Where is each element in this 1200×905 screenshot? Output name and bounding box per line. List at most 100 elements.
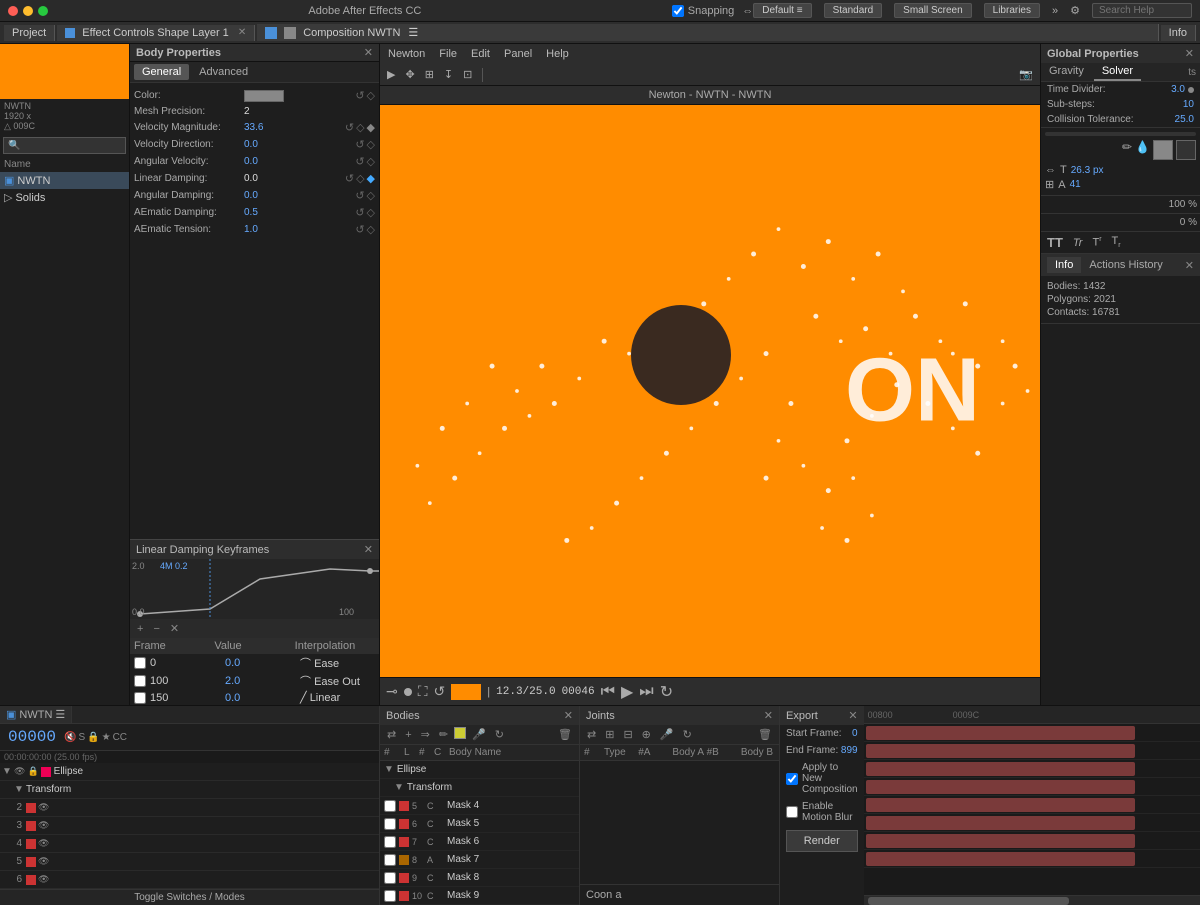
layer-eye-4[interactable]: 👁 (38, 838, 49, 849)
layer-eye-5[interactable]: 👁 (38, 856, 49, 867)
velm-kf-icon[interactable]: ◇ (356, 121, 364, 134)
body-checkbox-1[interactable] (384, 818, 396, 830)
snap-btn[interactable]: ↧ (441, 68, 456, 81)
bodies-add-btn[interactable]: + (402, 727, 414, 742)
lock-icon-layer[interactable]: 🔒 (27, 766, 38, 777)
solo-btn[interactable]: S (78, 732, 85, 743)
subscript-btn[interactable]: Tr (1109, 235, 1124, 250)
scrollbar-thumb[interactable] (868, 897, 1070, 905)
prop-angdamp-value[interactable]: 0.0 (244, 190, 355, 201)
screenshot-btn[interactable]: 📷 (1016, 68, 1036, 81)
aemdamp-reset-icon[interactable]: ↺ (355, 206, 364, 219)
search-input[interactable] (1092, 3, 1192, 18)
maximize-button[interactable] (38, 6, 48, 16)
velm-reset-icon[interactable]: ↺ (345, 121, 354, 134)
kf-row-1[interactable]: 100 2.0 ⌒ Ease Out (130, 672, 379, 690)
kf-remove-btn[interactable]: − (150, 622, 162, 636)
comp-tab-menu-icon[interactable]: ☰ (55, 708, 65, 721)
dropper-icon[interactable]: 💧 (1135, 140, 1150, 160)
joints-refresh-btn[interactable]: ↻ (680, 727, 695, 742)
vb-cycle-btn[interactable]: ↺ (434, 683, 446, 700)
veld-kf-icon[interactable]: ◇ (367, 138, 375, 151)
composition-panel-tab[interactable]: Composition NWTN ☰ (257, 24, 1158, 41)
bodies-delete-btn[interactable]: 🗑 (555, 727, 575, 742)
italic-text-btn[interactable]: Tr (1070, 235, 1086, 250)
angdamp-kf-icon[interactable]: ◇ (367, 189, 375, 202)
reset-icon[interactable]: ↺ (355, 89, 364, 102)
track-bar-7[interactable] (866, 834, 1135, 848)
transform-expand-icon2[interactable]: ▼ (394, 782, 404, 793)
angv-reset-icon[interactable]: ↺ (355, 155, 364, 168)
time-divider-value[interactable]: 3.0 (1171, 84, 1185, 95)
color-swatch-right[interactable] (1153, 140, 1173, 160)
superscript-btn[interactable]: Tr (1089, 235, 1104, 250)
kf-row-0-checkbox[interactable] (134, 657, 146, 669)
joints-btn1[interactable]: ⇄ (584, 727, 599, 742)
default-workspace-btn[interactable]: Default ≡ (753, 3, 811, 18)
end-frame-value[interactable]: 899 (841, 745, 858, 756)
eye-icon[interactable]: 👁 (14, 766, 25, 777)
grid-btn[interactable]: ⊞ (422, 68, 437, 81)
comp-menu-icon[interactable]: ☰ (408, 26, 418, 39)
joints-btn4[interactable]: ⊕ (639, 727, 654, 742)
joints-mic-btn[interactable]: 🎤 (657, 727, 677, 742)
bodies-row-1[interactable]: 6 C Mask 5 (380, 815, 579, 833)
track-bar-2[interactable] (866, 744, 1135, 758)
kf-row-1-checkbox[interactable] (134, 675, 146, 687)
layer-row-6[interactable]: 6 👁 (0, 871, 379, 889)
expand-arrow-icon[interactable]: ▼ (2, 766, 14, 777)
kf-row-2-checkbox[interactable] (134, 692, 146, 704)
actions-history-tab-btn[interactable]: Actions History (1081, 257, 1170, 273)
minimize-button[interactable] (23, 6, 33, 16)
step-forward-btn[interactable]: ⏭ (639, 683, 653, 701)
small-screen-workspace-btn[interactable]: Small Screen (894, 3, 971, 18)
shy-btn[interactable]: ★ (102, 732, 111, 743)
render-button[interactable]: Render (786, 830, 858, 852)
effect-controls-panel-tab[interactable]: Effect Controls Shape Layer 1 ✕ (57, 25, 255, 41)
apply-new-comp-checkbox[interactable] (786, 773, 798, 785)
standard-workspace-btn[interactable]: Standard (824, 3, 883, 18)
prop-aemdamp-value[interactable]: 0.5 (244, 207, 355, 218)
track-bar-6[interactable] (866, 816, 1135, 830)
ellipse-expand-icon[interactable]: ▼ (384, 764, 394, 775)
center-btn[interactable]: ⊡ (460, 68, 475, 81)
bodies-row-3[interactable]: 8 A Mask 7 (380, 851, 579, 869)
lindamp-reset-icon[interactable]: ↺ (345, 172, 354, 185)
layer-row-3[interactable]: 3 👁 (0, 817, 379, 835)
bodies-transform-row[interactable]: ▼ Transform (380, 779, 579, 797)
comp-tab-nwtn[interactable]: ▣ NWTN ☰ (0, 706, 72, 723)
prop-mesh-value[interactable]: 2 (244, 106, 375, 117)
prop-angv-value[interactable]: 0.0 (244, 156, 355, 167)
bodies-row-2[interactable]: 7 C Mask 6 (380, 833, 579, 851)
aemtens-kf-icon[interactable]: ◇ (367, 223, 375, 236)
lindamp-diamond-icon[interactable]: ◆ (367, 172, 375, 185)
layer-row-2[interactable]: 2 👁 (0, 799, 379, 817)
bodies-link-btn[interactable]: ⇒ (418, 727, 433, 742)
prop-lindamp-value[interactable]: 0.0 (244, 173, 345, 184)
body-checkbox-0[interactable] (384, 800, 396, 812)
toggle-switches-label[interactable]: Toggle Switches / Modes (134, 892, 245, 903)
layer-eye-2[interactable]: 👁 (38, 802, 49, 813)
layer-eye-6[interactable]: 👁 (38, 874, 49, 885)
kf-clear-btn[interactable]: ✕ (167, 621, 182, 636)
collision-tolerance-value[interactable]: 25.0 (1175, 114, 1194, 125)
bodies-row-4[interactable]: 9 C Mask 8 (380, 869, 579, 887)
bodies-close-icon[interactable]: ✕ (564, 709, 573, 722)
joints-delete-btn[interactable]: 🗑 (755, 727, 775, 742)
play-pause-btn[interactable]: ▶ (621, 682, 633, 702)
gravity-tab[interactable]: Gravity (1041, 63, 1092, 81)
info-panel-tab[interactable]: Info (1161, 25, 1196, 41)
hand-tool-btn[interactable]: ✥ (402, 68, 417, 81)
edit-menu-item[interactable]: Edit (467, 47, 494, 61)
slider-track[interactable] (1045, 132, 1196, 136)
aemtens-reset-icon[interactable]: ↺ (355, 223, 364, 236)
bodies-mic-btn[interactable]: 🎤 (469, 727, 489, 742)
cc-btn[interactable]: CC (113, 732, 127, 743)
solver-tab[interactable]: Solver (1094, 63, 1141, 81)
keyframe-nav-icon[interactable]: ◇ (367, 89, 375, 102)
project-search-input[interactable] (3, 137, 126, 154)
pencil-icon[interactable]: ✏ (1122, 140, 1132, 160)
project-panel-tab[interactable]: Project (4, 25, 55, 41)
joints-btn3[interactable]: ⊟ (620, 727, 635, 742)
bodies-refresh-btn[interactable]: ↻ (492, 727, 507, 742)
